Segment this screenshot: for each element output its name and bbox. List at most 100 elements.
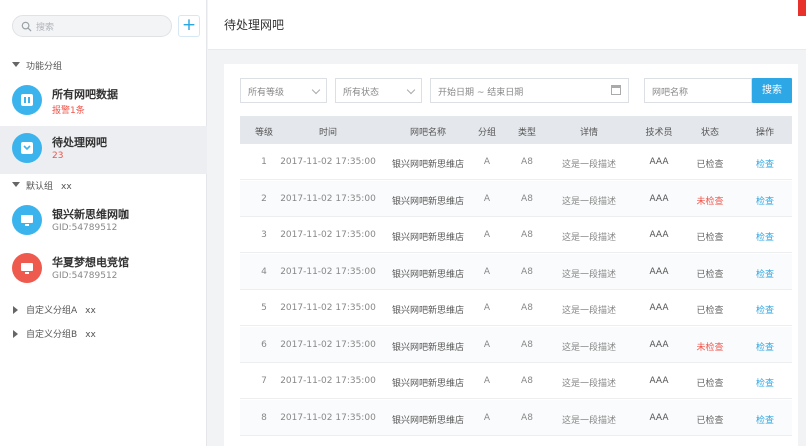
table-cell: A8 [521, 157, 533, 167]
caret-down-icon [12, 182, 20, 187]
caret-right-icon [13, 306, 18, 314]
status-text: 已检查 [696, 306, 724, 316]
search-button[interactable]: 搜索 [752, 78, 792, 103]
column-header: 类型 [517, 128, 537, 138]
table-cell: A8 [521, 412, 533, 423]
group-header-custom-b[interactable]: 自定义分组B xx [0, 324, 207, 344]
status-text: 未检查 [696, 196, 724, 207]
item-title: 银兴新思维网咖 [52, 208, 129, 221]
table-cell: 2017-11-02 17:35:00 [280, 303, 376, 313]
search-placeholder: 搜索 [36, 23, 55, 33]
table-cell: 这是一段描述 [561, 233, 617, 243]
table-cell: 1 [261, 157, 267, 167]
table-cell: A [483, 376, 491, 386]
item-title: 华夏梦想电竞馆 [52, 256, 129, 269]
check-link[interactable]: 检查 [756, 267, 774, 280]
check-link[interactable]: 检查 [756, 413, 774, 426]
table-cell: AAA [649, 193, 669, 204]
item-title: 所有网吧数据 [52, 88, 118, 101]
table-cell: 这是一段描述 [561, 342, 617, 353]
table-cell: AAA [649, 376, 669, 386]
check-link[interactable]: 检查 [756, 194, 774, 207]
avatar [12, 133, 42, 163]
table-cell: 6 [261, 339, 267, 350]
sidebar-item-yinxing[interactable]: 银兴新思维网咖 GID:54789512 [0, 198, 207, 246]
caret-right-icon [13, 330, 18, 338]
sidebar-item-all-data[interactable]: 所有网吧数据 报警1条 [0, 78, 207, 126]
table-cell: A [483, 157, 491, 167]
status-text: 已检查 [696, 233, 724, 243]
table-row: 6 2017-11-02 17:35:00 银兴网吧新思维店 A A8 这是一段描述 AAA… [240, 326, 792, 363]
table-cell: A [483, 230, 491, 240]
status-text: 未检查 [696, 342, 724, 353]
table-cell: A [483, 193, 491, 204]
monitor-icon [21, 263, 33, 274]
table-cell: 银兴网吧新思维店 [391, 342, 465, 353]
column-header: 操作 [755, 128, 775, 138]
content-panel: 所有等级 所有状态 开始日期 ~ 结束日期 网吧名称 搜索 等级 时间 网吧名称… [224, 64, 798, 446]
status-text: 已检查 [696, 379, 724, 389]
group-header-functions[interactable]: 功能分组 [0, 56, 207, 76]
check-link[interactable]: 检查 [756, 303, 774, 316]
status-select[interactable]: 所有状态 [335, 78, 422, 103]
table-cell: 这是一段描述 [561, 379, 617, 389]
table-cell: 5 [261, 303, 267, 313]
page-header: 待处理网吧 [208, 0, 806, 50]
table-cell: A [483, 412, 491, 423]
table-row: 4 2017-11-02 17:35:00 银兴网吧新思维店 A A8 这是一段描述 AAA… [240, 253, 792, 290]
table-cell: A [483, 339, 491, 350]
item-gid: GID:54789512 [52, 271, 118, 281]
table-cell: AAA [649, 157, 669, 167]
check-link[interactable]: 检查 [756, 340, 774, 353]
table-cell: 2017-11-02 17:35:00 [280, 157, 376, 167]
table-cell: 3 [261, 230, 267, 240]
table-row: 7 2017-11-02 17:35:00 银兴网吧新思维店 A A8 这是一段描述 AAA… [240, 363, 792, 399]
group-header-default[interactable]: 默认组 xx [0, 176, 207, 196]
date-range-input[interactable]: 开始日期 ~ 结束日期 [430, 78, 629, 103]
caret-down-icon [12, 62, 20, 67]
table-cell: 2017-11-02 17:35:00 [280, 193, 376, 204]
sidebar-item-pending[interactable]: 待处理网吧 23 [0, 126, 207, 174]
alert-count: 报警1条 [52, 106, 85, 116]
table-cell: 2017-11-02 17:35:00 [280, 266, 376, 277]
table-cell: 2 [261, 193, 267, 204]
data-icon [21, 94, 33, 106]
avatar [12, 85, 42, 115]
table-cell: 银兴网吧新思维店 [391, 379, 465, 389]
table-cell: 银兴网吧新思维店 [391, 306, 465, 316]
group-label: 自定义分组A xx [26, 306, 96, 316]
level-select[interactable]: 所有等级 [240, 78, 327, 103]
monitor-icon [21, 215, 33, 226]
item-title: 待处理网吧 [52, 136, 107, 149]
window-close-corner[interactable] [798, 0, 806, 16]
table-row: 5 2017-11-02 17:35:00 银兴网吧新思维店 A A8 这是一段描述 AAA… [240, 290, 792, 326]
sidebar-item-huaxia[interactable]: 华夏梦想电竞馆 GID:54789512 [0, 246, 207, 294]
add-group-button[interactable]: + [178, 15, 200, 37]
calendar-icon [611, 85, 621, 95]
table-cell: AAA [649, 303, 669, 313]
table-row: 2 2017-11-02 17:35:00 银兴网吧新思维店 A A8 这是一段描述 AAA… [240, 180, 792, 217]
group-header-custom-a[interactable]: 自定义分组A xx [0, 300, 207, 320]
table-cell: 银兴网吧新思维店 [391, 415, 465, 426]
netcafe-name-input[interactable]: 网吧名称 [644, 78, 752, 103]
table-cell: A [483, 303, 491, 313]
group-label: 自定义分组B xx [26, 330, 96, 340]
check-link[interactable]: 检查 [756, 157, 774, 170]
table-cell: A8 [521, 339, 533, 350]
table-cell: 银兴网吧新思维店 [391, 160, 465, 170]
column-header: 分组 [477, 128, 497, 138]
status-text: 已检查 [696, 269, 724, 280]
sidebar: 搜索 + 功能分组 所有网吧数据 报警1条 待处理网吧 23 默认组 xx 银兴… [0, 0, 207, 446]
table-cell: 2017-11-02 17:35:00 [280, 339, 376, 350]
check-link[interactable]: 检查 [756, 230, 774, 243]
table-cell: 这是一段描述 [561, 415, 617, 426]
table-cell: A8 [521, 266, 533, 277]
table-cell: 8 [261, 412, 267, 423]
column-header: 详情 [579, 128, 599, 138]
item-gid: GID:54789512 [52, 223, 118, 233]
check-link[interactable]: 检查 [756, 376, 774, 389]
search-input[interactable]: 搜索 [12, 15, 172, 37]
pending-count: 23 [52, 151, 64, 161]
column-header: 状态 [700, 128, 720, 138]
table-row: 1 2017-11-02 17:35:00 银兴网吧新思维店 A A8 这是一段描述 AAA… [240, 144, 792, 180]
